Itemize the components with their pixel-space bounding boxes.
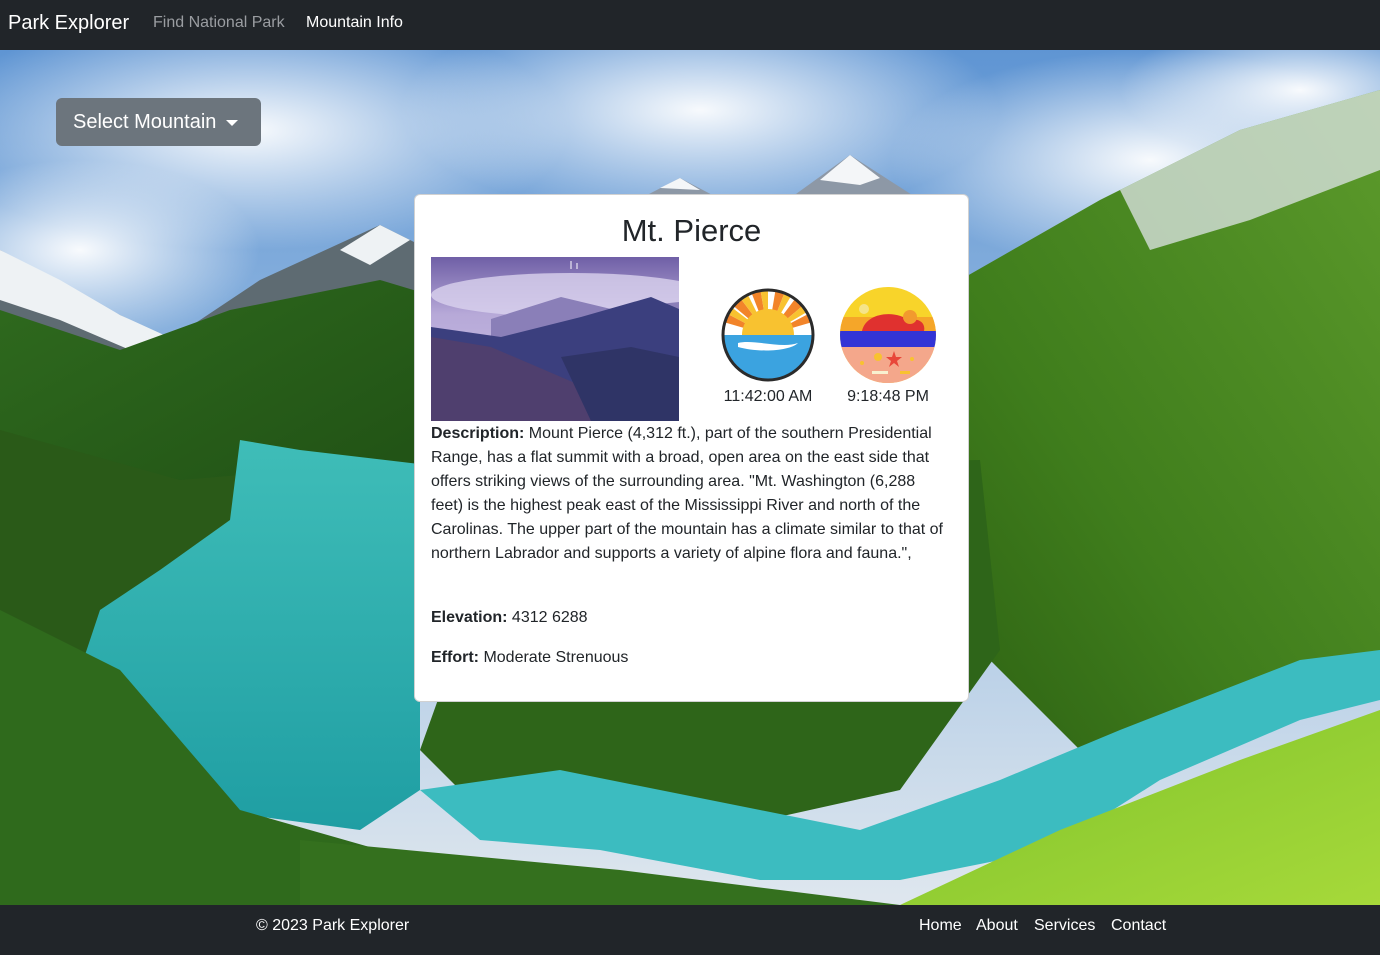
copyright-text: © 2023 Park Explorer (256, 917, 410, 934)
nav-link-mountain-info[interactable]: Mountain Info (306, 12, 403, 34)
top-navbar: Park Explorer Find National Park Mountai… (0, 0, 1380, 50)
effort-value: Moderate Strenuous (483, 649, 629, 666)
sunset-time: 9:18:48 PM (847, 388, 929, 405)
sunset-block: 9:18:48 PM (828, 287, 948, 407)
nav-link-find-national-park[interactable]: Find National Park (153, 12, 285, 34)
footer-link-services[interactable]: Services (1034, 915, 1095, 937)
caret-down-icon (226, 120, 239, 126)
footer-link-home[interactable]: Home (919, 915, 962, 937)
description-text: Mount Pierce (4,312 ft.), part of the so… (431, 425, 943, 562)
effort-paragraph: Effort: Moderate Strenuous (431, 646, 951, 670)
select-mountain-dropdown-button[interactable]: Select Mountain (56, 98, 261, 146)
footer-link-about[interactable]: About (976, 915, 1018, 937)
mountain-title: Mt. Pierce (621, 213, 762, 248)
mountain-photo (431, 257, 679, 421)
elevation-paragraph: Elevation: 4312 6288 (431, 606, 951, 630)
mountain-info-card: Mt. Pierce 11:42:00 AM 9:18:48 PM Descri… (414, 194, 969, 702)
description-label: Description: (431, 425, 525, 442)
page-footer: © 2023 Park Explorer Home About Services… (0, 905, 1380, 955)
elevation-label: Elevation: (431, 609, 508, 626)
brand-link[interactable]: Park Explorer (8, 10, 129, 36)
footer-link-contact[interactable]: Contact (1111, 915, 1166, 937)
sunrise-block: 11:42:00 AM (708, 287, 828, 407)
select-mountain-label: Select Mountain (73, 110, 217, 133)
effort-label: Effort: (431, 649, 479, 666)
elevation-value: 4312 6288 (511, 609, 588, 626)
sunset-icon (828, 287, 948, 383)
sunrise-time: 11:42:00 AM (723, 388, 813, 405)
description-paragraph: Description: Mount Pierce (4,312 ft.), p… (431, 422, 951, 566)
sunrise-icon (708, 287, 828, 383)
